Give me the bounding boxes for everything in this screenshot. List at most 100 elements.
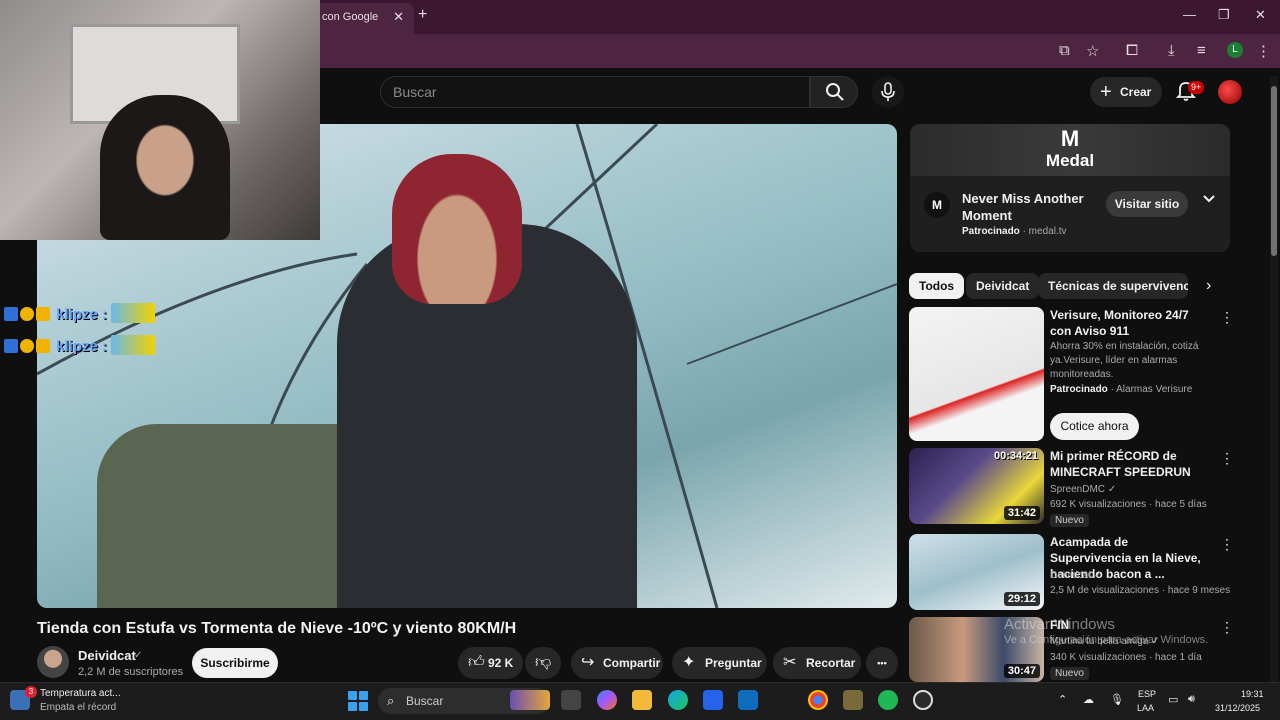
visit-site-button[interactable]: Visitar sitio bbox=[1106, 191, 1188, 217]
chip-survival[interactable]: Técnicas de supervivencia bbox=[1038, 273, 1188, 299]
notification-count-badge: 9+ bbox=[1188, 81, 1205, 94]
sparkle-icon: ✦ bbox=[682, 654, 696, 671]
activate-windows-watermark: Activar Windows bbox=[1004, 616, 1115, 633]
share-button[interactable]: ↪ Compartir bbox=[571, 647, 663, 679]
create-label: Crear bbox=[1120, 85, 1152, 99]
chip-all[interactable]: Todos bbox=[909, 273, 965, 299]
scissors-icon: ✂ bbox=[783, 654, 797, 671]
volume-icon[interactable]: 🔊︎ bbox=[1188, 693, 1195, 706]
maximize-button[interactable]: ❐ bbox=[1218, 7, 1230, 23]
related-title[interactable]: Verisure, Monitoreo 24/7 con Aviso 911 bbox=[1050, 307, 1210, 339]
chevron-down-icon[interactable] bbox=[1202, 194, 1216, 204]
like-button[interactable]: 👍︎ 92 K bbox=[458, 647, 523, 679]
related-meta: 340 K visualizaciones · hace 1 día bbox=[1050, 652, 1202, 663]
sponsored-ad-card[interactable]: M Medal M Never Miss Another Moment Patr… bbox=[910, 124, 1230, 252]
related-channel[interactable]: Deividcat ✓ bbox=[1050, 568, 1102, 583]
search-icon: ⌕ bbox=[387, 693, 395, 708]
emote-icon bbox=[111, 303, 156, 323]
tab-close-icon[interactable]: ✕ bbox=[393, 9, 404, 25]
chat-message: klipze : bbox=[4, 335, 157, 357]
weather-title[interactable]: Temperatura act... bbox=[40, 688, 121, 699]
downloads-icon[interactable]: ⤓ bbox=[1168, 42, 1175, 59]
badge-icon bbox=[4, 339, 18, 353]
keyboard-layout[interactable]: LAA bbox=[1137, 703, 1154, 713]
video-duration: 30:47 bbox=[1003, 664, 1040, 678]
new-badge: Nuevo bbox=[1050, 514, 1089, 527]
bookmark-star-icon[interactable]: ☆ bbox=[1086, 42, 1099, 60]
search-input[interactable]: Buscar bbox=[380, 76, 810, 108]
search-highlight-icon[interactable] bbox=[510, 690, 550, 710]
clock-time[interactable]: 19:31 bbox=[1241, 689, 1264, 699]
ask-label: Preguntar bbox=[705, 656, 762, 670]
mail-icon[interactable] bbox=[738, 690, 758, 710]
subscribe-button[interactable]: Suscribirme bbox=[192, 648, 278, 678]
spotify-icon[interactable] bbox=[878, 690, 898, 710]
chip-channel[interactable]: Deividcat bbox=[966, 273, 1040, 299]
more-options-icon[interactable]: ⋮ bbox=[1220, 536, 1234, 553]
task-view-icon[interactable] bbox=[561, 690, 581, 710]
more-options-icon[interactable]: ⋮ bbox=[1220, 450, 1234, 467]
install-app-icon[interactable]: ⧉ bbox=[1059, 42, 1070, 59]
chat-username: klipze : bbox=[56, 338, 108, 355]
network-icon[interactable]: ▭ bbox=[1168, 693, 1178, 706]
chrome-icon[interactable] bbox=[808, 690, 828, 710]
related-channel[interactable]: SpreenDMC ✓ bbox=[1050, 482, 1116, 497]
ad-title[interactable]: Never Miss Another Moment bbox=[962, 190, 1102, 224]
search-button[interactable] bbox=[810, 76, 858, 108]
profile-avatar[interactable]: L bbox=[1227, 42, 1243, 58]
webcam-streamer bbox=[100, 95, 230, 240]
edge-icon[interactable] bbox=[668, 690, 688, 710]
close-window-button[interactable]: ✕ bbox=[1255, 7, 1266, 23]
advertiser-icon: M bbox=[924, 192, 950, 218]
channel-name[interactable]: Deividcat bbox=[78, 648, 136, 663]
app-icon[interactable] bbox=[843, 690, 863, 710]
quote-cta-button[interactable]: Cotice ahora bbox=[1050, 413, 1139, 440]
badge-icon bbox=[4, 307, 18, 321]
ask-button[interactable]: ✦ Preguntar bbox=[672, 647, 767, 679]
medal-logo: M Medal bbox=[1045, 126, 1095, 171]
chat-message: klipze : bbox=[4, 303, 157, 325]
input-language[interactable]: ESP bbox=[1138, 689, 1156, 699]
scrollbar-thumb[interactable] bbox=[1271, 86, 1277, 256]
new-badge: Nuevo bbox=[1050, 667, 1089, 680]
related-thumbnail[interactable]: 29:12 bbox=[909, 534, 1044, 610]
related-thumbnail[interactable]: 00:34:21 31:42 bbox=[909, 448, 1044, 524]
file-explorer-icon[interactable] bbox=[632, 690, 652, 710]
activate-windows-subtext: Ve a Configuración para activar Windows. bbox=[1004, 634, 1209, 646]
microphone-tray-icon[interactable]: 🎙︎ bbox=[1110, 693, 1124, 706]
minimize-button[interactable]: — bbox=[1183, 7, 1196, 22]
browser-tab[interactable]: con Google ✕ bbox=[314, 3, 414, 34]
new-tab-button[interactable]: + bbox=[418, 6, 427, 24]
extensions-icon[interactable]: ⧠ bbox=[1126, 42, 1138, 59]
browser-menu-icon[interactable]: ⋮ bbox=[1256, 42, 1271, 60]
chevron-right-icon[interactable]: › bbox=[1206, 277, 1211, 295]
copilot-icon[interactable] bbox=[597, 690, 617, 710]
badge-icon bbox=[36, 307, 50, 321]
thumbs-down-icon: 👎︎ bbox=[535, 654, 552, 671]
thumbs-up-icon: 👍︎ bbox=[468, 654, 485, 671]
ad-meta: Patrocinado · medal.tv bbox=[962, 226, 1067, 237]
account-avatar[interactable] bbox=[1218, 80, 1242, 104]
clip-button[interactable]: ✂ Recortar bbox=[773, 647, 861, 679]
dislike-button[interactable]: 👎︎ bbox=[525, 647, 561, 679]
related-thumbnail[interactable] bbox=[909, 307, 1044, 441]
chevron-up-icon[interactable]: ⌃ bbox=[1058, 693, 1067, 706]
cloud-icon[interactable]: ☁ bbox=[1083, 693, 1094, 706]
media-control-icon[interactable]: ≡ bbox=[1197, 42, 1206, 59]
verified-icon: ✓ bbox=[134, 650, 143, 661]
store-icon[interactable] bbox=[703, 690, 723, 710]
badge-icon bbox=[20, 339, 34, 353]
channel-avatar[interactable] bbox=[37, 646, 69, 678]
more-options-icon[interactable]: ⋮ bbox=[1220, 309, 1234, 326]
weather-alert-badge: 3 bbox=[25, 686, 37, 698]
create-button[interactable]: + Crear bbox=[1090, 77, 1162, 107]
start-button[interactable] bbox=[348, 691, 368, 711]
more-options-icon[interactable]: ⋮ bbox=[1220, 619, 1234, 636]
voice-search-button[interactable] bbox=[872, 76, 904, 108]
related-title[interactable]: Mi primer RÉCORD de MINECRAFT SPEEDRUN bbox=[1050, 448, 1210, 480]
clock-date[interactable]: 31/12/2025 bbox=[1215, 703, 1260, 713]
like-count: 92 K bbox=[488, 656, 514, 670]
more-actions-button[interactable]: ••• bbox=[866, 647, 898, 679]
thumbnail-timer-text: 00:34:21 bbox=[993, 450, 1038, 462]
obs-icon[interactable] bbox=[913, 690, 933, 710]
